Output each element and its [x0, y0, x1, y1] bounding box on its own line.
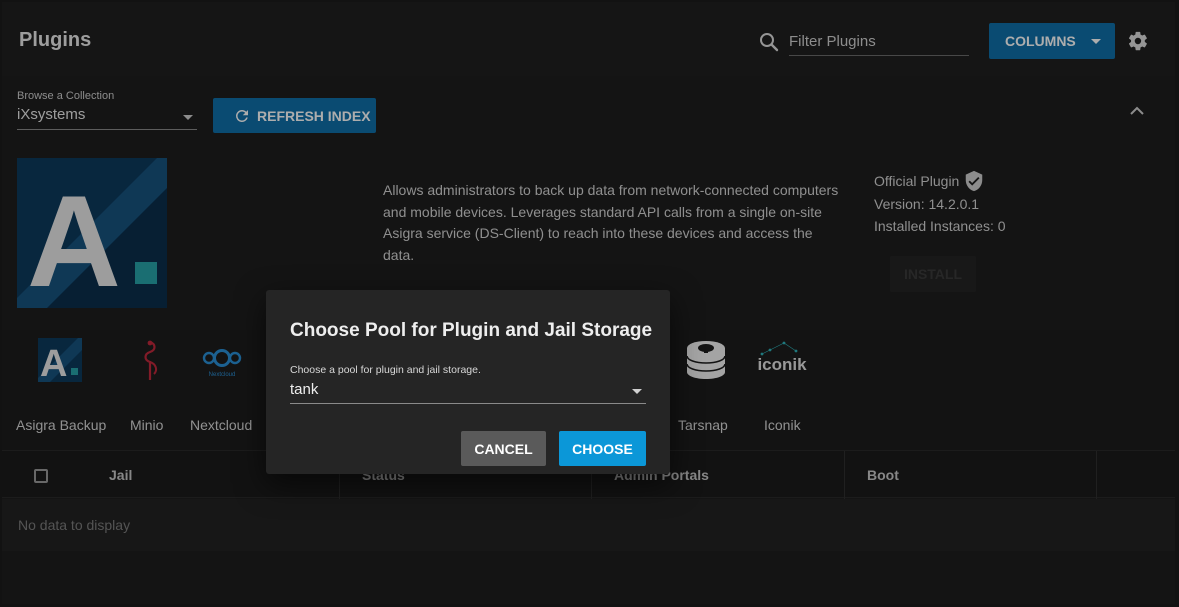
pool-select-value: tank	[290, 381, 319, 398]
chevron-down-icon	[632, 389, 642, 394]
choose-pool-dialog: Choose Pool for Plugin and Jail Storage …	[266, 290, 670, 474]
pool-select-label: Choose a pool for plugin and jail storag…	[290, 364, 481, 376]
pool-select[interactable]: tank	[290, 381, 646, 404]
choose-button[interactable]: CHOOSE	[559, 431, 646, 466]
cancel-button[interactable]: CANCEL	[461, 431, 546, 466]
dialog-title: Choose Pool for Plugin and Jail Storage	[290, 320, 653, 341]
